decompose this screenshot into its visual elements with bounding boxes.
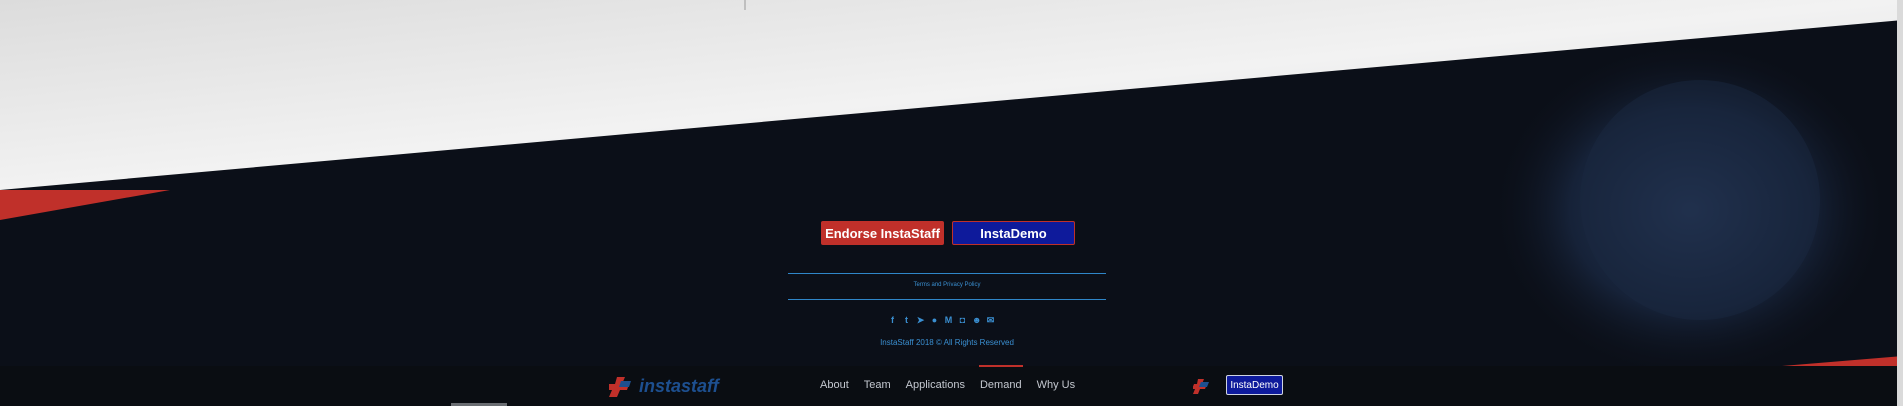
reddit-icon[interactable]: ☻ — [972, 316, 981, 325]
nav-item-why-us[interactable]: Why Us — [1037, 379, 1076, 391]
medium-icon[interactable]: M — [944, 316, 953, 325]
nav-item-about[interactable]: About — [820, 379, 849, 391]
divider-top — [788, 273, 1106, 274]
logo-text: instastaff — [639, 376, 719, 396]
facebook-icon[interactable]: f — [888, 316, 897, 325]
discord-icon[interactable]: ◘ — [958, 316, 967, 325]
terms-link[interactable]: Terms and Privacy Policy — [788, 282, 1106, 288]
divider-bottom — [788, 299, 1106, 300]
social-links: f t ➤ ● M ◘ ☻ ✉ — [888, 316, 995, 325]
copyright-text: InstaStaff 2018 © All Rights Reserved — [880, 338, 1014, 347]
footer-section: Endorse InstaStaff InstaDemo Terms and P… — [0, 0, 1903, 406]
bottom-navbar: instastaff About Team Applications Deman… — [0, 365, 1903, 406]
github-icon[interactable]: ● — [930, 316, 939, 325]
telegram-icon[interactable]: ➤ — [916, 316, 925, 325]
nav-item-team[interactable]: Team — [864, 379, 891, 391]
nav-instademo-button[interactable]: InstaDemo — [1226, 375, 1283, 395]
email-icon[interactable]: ✉ — [986, 316, 995, 325]
nav-item-applications[interactable]: Applications — [906, 379, 965, 391]
instademo-button[interactable]: InstaDemo — [952, 221, 1075, 245]
logo-cross-icon — [609, 376, 631, 397]
nav-item-demand[interactable]: Demand — [978, 365, 1023, 391]
logo[interactable]: instastaff — [609, 376, 719, 397]
endorse-button[interactable]: Endorse InstaStaff — [821, 221, 944, 245]
small-logo-icon[interactable] — [1193, 379, 1211, 394]
vertical-scrollbar[interactable] — [1897, 0, 1903, 406]
twitter-icon[interactable]: t — [902, 316, 911, 325]
